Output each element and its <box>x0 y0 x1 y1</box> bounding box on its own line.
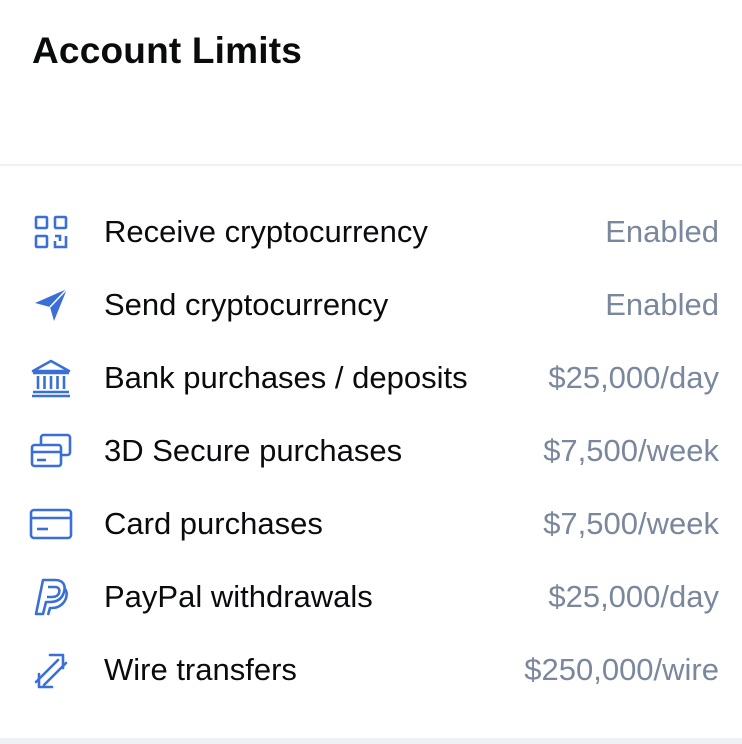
card-icon <box>28 504 74 544</box>
limit-value: $7,500/week <box>543 433 719 468</box>
page-header: Account Limits <box>0 0 742 166</box>
limit-row-bank-purchases: Bank purchases / deposits $25,000/day <box>0 342 742 415</box>
limit-value: $250,000/wire <box>524 652 719 687</box>
transfer-arrows-icon <box>28 650 74 690</box>
bank-icon <box>28 358 74 398</box>
limit-value: $25,000/day <box>548 360 719 395</box>
bottom-divider <box>0 738 742 744</box>
limit-row-wire-transfers: Wire transfers $250,000/wire <box>0 634 742 707</box>
limit-row-3d-secure-purchases: 3D Secure purchases $7,500/week <box>0 415 742 488</box>
limit-label: Receive cryptocurrency <box>104 214 428 249</box>
limit-value: Enabled <box>605 287 719 322</box>
limit-value: $7,500/week <box>543 506 719 541</box>
limit-label: Bank purchases / deposits <box>104 360 468 395</box>
send-icon <box>28 285 74 325</box>
limit-label: Send cryptocurrency <box>104 287 389 322</box>
limit-value: Enabled <box>605 214 719 249</box>
paypal-icon <box>28 577 74 617</box>
page-title: Account Limits <box>32 30 303 71</box>
limit-row-receive-cryptocurrency: Receive cryptocurrency Enabled <box>0 196 742 269</box>
limit-label: Wire transfers <box>104 652 297 687</box>
qr-code-icon <box>28 212 74 252</box>
cards-icon <box>28 431 74 471</box>
limit-label: PayPal withdrawals <box>104 579 373 614</box>
limit-label: 3D Secure purchases <box>104 433 403 468</box>
limit-row-paypal-withdrawals: PayPal withdrawals $25,000/day <box>0 561 742 634</box>
limit-row-card-purchases: Card purchases $7,500/week <box>0 488 742 561</box>
limits-list: Receive cryptocurrency Enabled Send cryp… <box>0 196 742 707</box>
limit-row-send-cryptocurrency: Send cryptocurrency Enabled <box>0 269 742 342</box>
limit-label: Card purchases <box>104 506 323 541</box>
limit-value: $25,000/day <box>548 579 719 614</box>
